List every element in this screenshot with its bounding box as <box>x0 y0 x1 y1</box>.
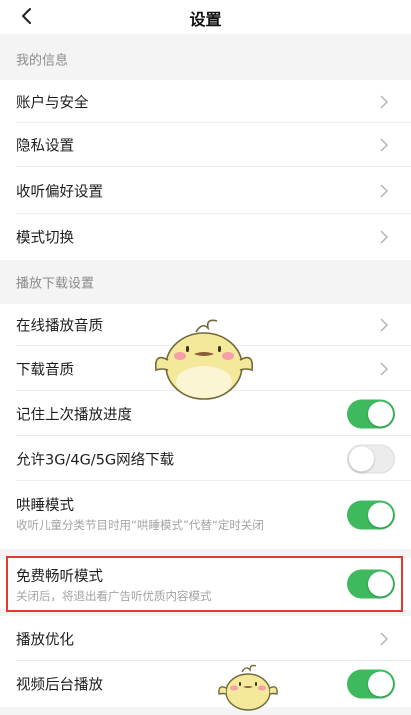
toggle-knob <box>349 446 374 471</box>
remember-progress-toggle[interactable] <box>347 399 395 428</box>
page-title: 设置 <box>189 10 222 29</box>
section-header-my-info: 我的信息 <box>0 38 411 80</box>
chevron-right-icon <box>380 138 389 152</box>
section-header-playback-download: 播放下载设置 <box>0 260 411 304</box>
section-title: 我的信息 <box>16 53 69 69</box>
settings-item-listening-preferences[interactable]: 收听偏好设置 <box>0 167 411 214</box>
settings-item-lullaby-mode: 哄睡模式 收听儿童分类节目时用“哄睡模式”代替“定时关闭 <box>0 481 411 549</box>
section-title: 播放下载设置 <box>16 276 95 292</box>
settings-item-account-security[interactable]: 账户与安全 <box>0 80 411 123</box>
chevron-right-icon <box>380 631 389 646</box>
nav-bar: 设置 <box>0 0 411 34</box>
toggle-knob <box>368 502 393 528</box>
chick-mascot-small <box>218 664 278 711</box>
item-label: 账户与安全 <box>16 95 89 111</box>
settings-item-playback-optimization[interactable]: 播放优化 <box>0 616 411 661</box>
lullaby-mode-toggle[interactable] <box>347 500 395 530</box>
item-label: 收听偏好设置 <box>16 184 103 200</box>
item-label: 下载音质 <box>16 362 74 378</box>
item-label: 视频后台播放 <box>16 677 103 694</box>
toggle-knob <box>368 401 393 426</box>
settings-item-privacy[interactable]: 隐私设置 <box>0 123 411 167</box>
chevron-right-icon <box>380 318 389 332</box>
network-download-toggle[interactable] <box>347 444 395 473</box>
chevron-right-icon <box>380 183 389 198</box>
toggle-knob <box>368 571 393 597</box>
settings-item-free-listen-mode: 免费畅听模式 关闭后，将退出看广告听优质内容模式 <box>0 558 411 610</box>
item-label: 播放优化 <box>16 632 74 648</box>
settings-item-network-download: 允许3G/4G/5G网络下载 <box>0 436 411 481</box>
item-label: 在线播放音质 <box>16 318 103 335</box>
item-description: 关闭后，将退出看广告听优质内容模式 <box>16 589 212 603</box>
item-label: 隐私设置 <box>16 138 74 155</box>
free-listen-mode-toggle[interactable] <box>347 569 395 599</box>
settings-item-mode-switch[interactable]: 模式切换 <box>0 214 411 260</box>
toggle-knob <box>368 671 393 697</box>
chevron-right-icon <box>380 361 389 376</box>
chevron-right-icon <box>380 230 389 244</box>
item-label: 允许3G/4G/5G网络下载 <box>16 452 175 468</box>
item-label: 免费畅听模式 <box>16 569 103 585</box>
chevron-right-icon <box>380 94 389 109</box>
item-label: 记住上次播放进度 <box>16 407 132 423</box>
video-background-toggle[interactable] <box>347 669 395 699</box>
item-label: 哄睡模式 <box>16 498 74 514</box>
item-description: 收听儿童分类节目时用“哄睡模式”代替“定时关闭 <box>16 518 264 532</box>
item-label: 模式切换 <box>16 230 74 247</box>
chick-mascot-sticker <box>154 319 254 400</box>
settings-item-video-background: 视频后台播放 <box>0 661 411 707</box>
